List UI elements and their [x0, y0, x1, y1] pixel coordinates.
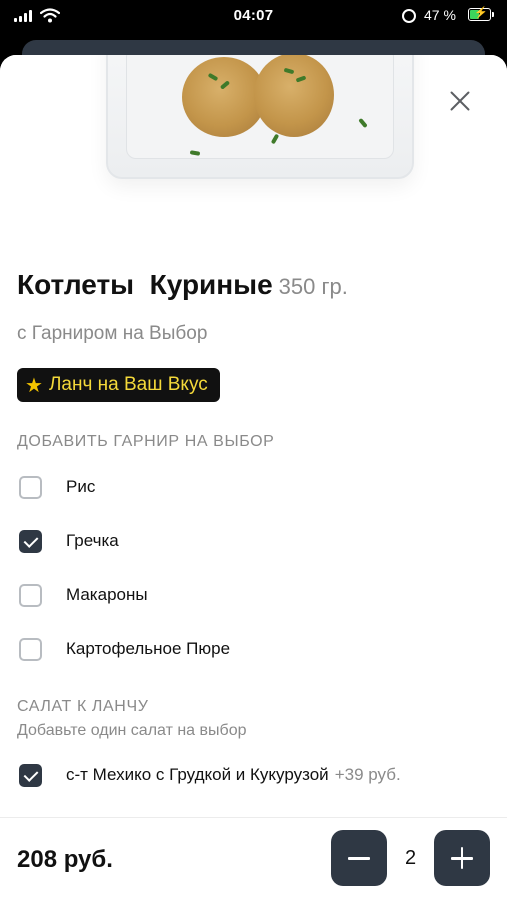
garnish-option-label: Гречка	[66, 531, 119, 550]
checkbox-checked[interactable]	[19, 529, 42, 553]
product-title-row: Котлеты Куриные 350 гр.	[17, 269, 348, 301]
total-price: 208 руб.	[17, 846, 113, 873]
garnish-option-mashed-potato[interactable]: Картофельное Пюре	[19, 635, 230, 663]
product-title: Котлеты Куриные	[17, 269, 273, 300]
garnish-option-buckwheat[interactable]: Гречка	[19, 527, 119, 555]
lunch-badge-label: Ланч на Ваш Вкус	[48, 374, 208, 395]
star-icon: ★	[25, 374, 43, 397]
checkbox[interactable]	[19, 583, 42, 607]
rotation-lock-icon	[402, 9, 416, 23]
lunch-badge: ★ Ланч на Ваш Вкус	[17, 368, 220, 402]
close-button[interactable]	[445, 86, 475, 116]
order-footer: 208 руб. 2	[0, 817, 507, 900]
salad-section-title: САЛАТ К ЛАНЧУ	[17, 698, 149, 715]
product-image	[0, 55, 507, 250]
checkbox[interactable]	[19, 475, 42, 499]
salad-section-subtitle: Добавьте один салат на выбор	[17, 722, 247, 739]
garnish-section-title: ДОБАВИТЬ ГАРНИР НА ВЫБОР	[17, 433, 275, 450]
garnish-option-label: Макароны	[66, 585, 148, 604]
battery-icon: ⚡	[468, 7, 491, 21]
salad-option-price: +39 руб.	[334, 765, 401, 784]
status-bar: 04:07 47 % ⚡	[0, 0, 507, 32]
garnish-option-label: Картофельное Пюре	[66, 639, 231, 658]
minus-icon	[348, 857, 370, 860]
salad-option-mexico[interactable]: с-т Мехико с Грудкой и Кукурузой +39 руб…	[19, 761, 401, 789]
battery-percentage: 47 %	[424, 7, 456, 23]
decrease-quantity-button[interactable]	[331, 830, 387, 886]
garnish-option-label: Рис	[66, 477, 96, 496]
garnish-option-pasta[interactable]: Макароны	[19, 581, 148, 609]
garnish-option-rice[interactable]: Рис	[19, 473, 95, 501]
product-subtitle: с Гарниром на Выбор	[17, 323, 208, 344]
salad-option-label: с-т Мехико с Грудкой и Кукурузой	[66, 765, 329, 784]
checkbox-checked[interactable]	[19, 763, 42, 787]
checkbox[interactable]	[19, 637, 42, 661]
food-tray-image	[106, 55, 414, 179]
product-weight: 350 гр.	[278, 274, 348, 299]
product-sheet: Котлеты Куриные 350 гр. с Гарниром на Выб…	[0, 55, 507, 900]
battery-cap	[492, 12, 494, 17]
increase-quantity-button[interactable]	[434, 830, 490, 886]
quantity-value: 2	[404, 847, 417, 869]
